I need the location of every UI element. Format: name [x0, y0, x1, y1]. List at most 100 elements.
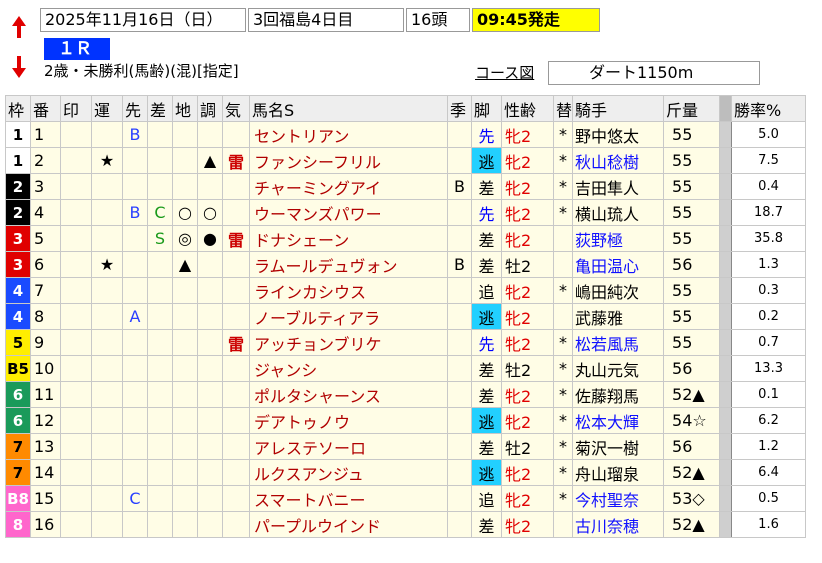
horse-name[interactable]: ポルタシャーンス [249, 381, 448, 408]
spacer-bar [719, 381, 733, 408]
horse-name[interactable]: セントリアン [249, 121, 448, 148]
column-header[interactable]: 勝率% [731, 95, 807, 122]
horse-row[interactable]: 7 13 アレステソーロ差牡2 * 菊沢一樹 56 1.2 [5, 433, 807, 460]
running-style: 差 [471, 251, 502, 278]
horse-row[interactable]: 6 11 ポルタシャーンス差牝2 * 佐藤翔馬 52▲ 0.1 [5, 381, 807, 408]
prev-race-button[interactable] [4, 8, 34, 46]
ground-mark [172, 121, 198, 148]
entry-table: 枠番印運先差地調気馬名S 季脚性齢替騎手 斤量 勝率% 1 1 B セントリアン先牝2 * 野中… [5, 95, 807, 538]
column-header[interactable]: 運 [91, 95, 123, 122]
front-rating: A [122, 303, 148, 330]
win-rate: 1.6 [731, 511, 807, 538]
win-rate: 1.2 [731, 433, 807, 460]
mood-mark [222, 121, 250, 148]
front-rating [122, 433, 148, 460]
running-style: 差 [471, 433, 502, 460]
horse-row[interactable]: 6 12 デアトゥノウ逃牝2 * 松本大輝 54☆ 6.2 [5, 407, 807, 434]
column-header[interactable]: 斤量 [663, 95, 721, 122]
horse-name[interactable]: ラムールデュヴォン [249, 251, 448, 278]
horse-number: 2 [30, 147, 61, 174]
horse-row[interactable]: 1 2 ★ ▲ 雷ファンシーフリル逃牝2 * 秋山稔樹 55 7.5 [5, 147, 807, 174]
front-rating: B [122, 121, 148, 148]
horse-row[interactable]: B8 15 C スマートバニー追牝2 * 今村聖奈 53◇ 0.5 [5, 485, 807, 512]
column-header[interactable]: 気 [222, 95, 250, 122]
jockey-name: 野中悠太 [572, 121, 665, 148]
waku-number: 7 [5, 459, 31, 486]
column-header[interactable] [719, 95, 733, 122]
prediction-mark [60, 199, 92, 226]
horse-name[interactable]: チャーミングアイ [249, 173, 448, 200]
horse-name[interactable]: アレステソーロ [249, 433, 448, 460]
column-header[interactable]: 番 [30, 95, 61, 122]
course-map-link[interactable]: コース図 [475, 63, 534, 83]
horse-name[interactable]: スマートバニー [249, 485, 448, 512]
horse-row[interactable]: B5 10 ジャンシ差牡2 * 丸山元気 56 13.3 [5, 355, 807, 382]
jockey-change-mark: * [552, 147, 574, 174]
season-mark [447, 381, 472, 408]
prediction-mark [60, 511, 92, 538]
jockey-name: 亀田温心 [572, 251, 665, 278]
column-header[interactable]: 差 [147, 95, 173, 122]
column-header[interactable]: 騎手 [572, 95, 665, 122]
carried-weight: 55 [663, 277, 721, 304]
training-mark [197, 459, 223, 486]
horse-row[interactable]: 7 14 ルクスアンジュ逃牝2 * 舟山瑠泉 52▲ 6.4 [5, 459, 807, 486]
jockey-change-mark: * [552, 433, 574, 460]
running-style: 逃 [471, 407, 502, 434]
mood-mark [222, 485, 250, 512]
ground-mark [172, 147, 198, 174]
luck-mark [91, 225, 123, 252]
spacer-bar [719, 303, 733, 330]
column-header[interactable]: 脚 [471, 95, 502, 122]
column-header[interactable]: 性齢 [501, 95, 554, 122]
column-header[interactable]: 地 [172, 95, 198, 122]
horse-row[interactable]: 2 4 B C ○ ○ ウーマンズパワー先牝2 * 横山琉人 55 18.7 [5, 199, 807, 226]
horse-row[interactable]: 4 7 ラインカシウス追牝2 * 嶋田純次 55 0.3 [5, 277, 807, 304]
column-header[interactable]: 替 [552, 95, 574, 122]
horse-row[interactable]: 3 5 S ◎ ● 雷ドナシェーン差牝2 荻野極 55 35.8 [5, 225, 807, 252]
running-style: 先 [471, 121, 502, 148]
horse-row[interactable]: 5 9 雷アッチョンブリケ先牝2 * 松若風馬 55 0.7 [5, 329, 807, 356]
horse-number: 1 [30, 121, 61, 148]
sex-age: 牝2 [501, 147, 554, 174]
running-style: 追 [471, 277, 502, 304]
win-rate: 18.7 [731, 199, 807, 226]
sex-age: 牡2 [501, 433, 554, 460]
column-header[interactable]: 印 [60, 95, 92, 122]
prediction-mark [60, 485, 92, 512]
sex-age: 牝2 [501, 277, 554, 304]
table-header-row: 枠番印運先差地調気馬名S 季脚性齢替騎手 斤量 勝率% [5, 95, 807, 122]
closer-rating [147, 147, 173, 174]
horse-name[interactable]: パープルウインド [249, 511, 448, 538]
column-header[interactable]: 調 [197, 95, 223, 122]
prediction-mark [60, 303, 92, 330]
horse-row[interactable]: 4 8 A ノーブルティアラ逃牝2 武藤雅 55 0.2 [5, 303, 807, 330]
horse-name[interactable]: ノーブルティアラ [249, 303, 448, 330]
running-style: 差 [471, 225, 502, 252]
horse-row[interactable]: 3 6 ★ ▲ ラムールデュヴォン B 差牡2 亀田温心 56 1.3 [5, 251, 807, 278]
horse-name[interactable]: デアトゥノウ [249, 407, 448, 434]
horse-name[interactable]: ジャンシ [249, 355, 448, 382]
spacer-bar [719, 433, 733, 460]
horse-row[interactable]: 2 3 チャーミングアイ B 差牝2 * 吉田隼人 55 0.4 [5, 173, 807, 200]
win-rate: 1.3 [731, 251, 807, 278]
ground-mark: ▲ [172, 251, 198, 278]
horse-name[interactable]: ラインカシウス [249, 277, 448, 304]
horse-row[interactable]: 1 1 B セントリアン先牝2 * 野中悠太 55 5.0 [5, 121, 807, 148]
column-header[interactable]: 先 [122, 95, 148, 122]
jockey-name: 吉田隼人 [572, 173, 665, 200]
horse-name[interactable]: アッチョンブリケ [249, 329, 448, 356]
column-header[interactable]: 季 [447, 95, 472, 122]
sex-age: 牡2 [501, 355, 554, 382]
horse-name[interactable]: ウーマンズパワー [249, 199, 448, 226]
ground-mark [172, 407, 198, 434]
horse-name[interactable]: ルクスアンジュ [249, 459, 448, 486]
horse-name[interactable]: ドナシェーン [249, 225, 448, 252]
horse-row[interactable]: 8 16 パープルウインド差牝2 古川奈穂 52▲ 1.6 [5, 511, 807, 538]
column-header[interactable]: 枠 [5, 95, 31, 122]
luck-mark [91, 173, 123, 200]
horse-name[interactable]: ファンシーフリル [249, 147, 448, 174]
table-body: 1 1 B セントリアン先牝2 * 野中悠太 55 5.0 1 2 ★ ▲ 雷ファンシーフリル逃牝2 * 秋… [5, 121, 807, 538]
next-race-button[interactable] [4, 48, 34, 86]
column-header[interactable]: 馬名S [249, 95, 448, 122]
